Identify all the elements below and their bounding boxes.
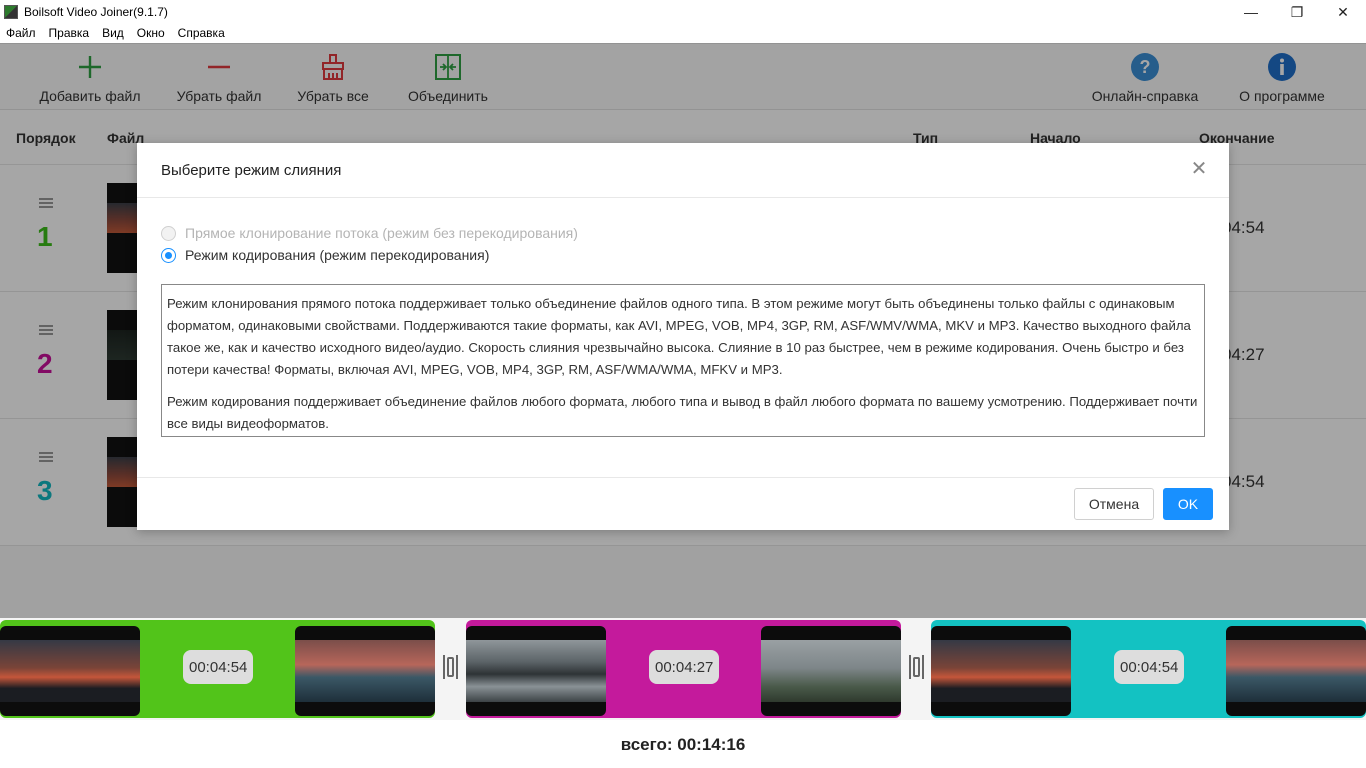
close-window-button[interactable]: ✕ bbox=[1320, 0, 1366, 24]
transition-icon[interactable] bbox=[438, 652, 462, 682]
menu-window[interactable]: Окно bbox=[137, 26, 165, 40]
timeline-clip[interactable]: 00:04:54 bbox=[0, 620, 435, 718]
dialog-header: Выберите режим слияния ✕ bbox=[137, 143, 1229, 198]
stream-clone-option[interactable]: Прямое клонирование потока (режим без пе… bbox=[161, 225, 578, 241]
window-controls: — ❐ ✕ bbox=[1228, 0, 1366, 24]
app-logo-icon bbox=[4, 5, 18, 19]
clip-duration: 00:04:27 bbox=[649, 650, 720, 684]
menu-bar: Файл Правка Вид Окно Справка bbox=[0, 24, 1366, 42]
clip-end-frame bbox=[761, 626, 901, 716]
restore-button[interactable]: ❐ bbox=[1274, 0, 1320, 24]
menu-file[interactable]: Файл bbox=[6, 26, 36, 40]
timeline: 00:04:54 00:04:27 00:04:54 bbox=[0, 618, 1366, 720]
timeline-clip[interactable]: 00:04:27 bbox=[466, 620, 901, 718]
clip-end-frame bbox=[295, 626, 435, 716]
menu-help[interactable]: Справка bbox=[178, 26, 225, 40]
description-paragraph: Режим кодирования поддерживает объединен… bbox=[167, 394, 1198, 431]
encode-mode-radio[interactable] bbox=[161, 247, 176, 263]
window-title: Boilsoft Video Joiner(9.1.7) bbox=[24, 5, 168, 19]
description-paragraph: Режим клонирования прямого потока поддер… bbox=[167, 296, 1191, 377]
cancel-button[interactable]: Отмена bbox=[1074, 488, 1154, 520]
encode-mode-option[interactable]: Режим кодирования (режим перекодирования… bbox=[161, 247, 489, 263]
title-bar: Boilsoft Video Joiner(9.1.7) — ❐ ✕ bbox=[0, 0, 1366, 24]
timeline-clip[interactable]: 00:04:54 bbox=[931, 620, 1366, 718]
ok-button[interactable]: OK bbox=[1163, 488, 1213, 520]
dialog-divider bbox=[137, 477, 1229, 478]
mode-description: Режим клонирования прямого потока поддер… bbox=[161, 284, 1205, 437]
clip-start-frame bbox=[0, 626, 140, 716]
transition-icon[interactable] bbox=[904, 652, 928, 682]
stream-clone-radio[interactable] bbox=[161, 225, 176, 241]
encode-mode-label: Режим кодирования (режим перекодирования… bbox=[185, 247, 490, 263]
clip-start-frame bbox=[466, 626, 606, 716]
close-icon[interactable]: ✕ bbox=[1189, 159, 1209, 179]
clip-end-frame bbox=[1226, 626, 1366, 716]
dialog-title: Выберите режим слияния bbox=[161, 162, 342, 179]
total-duration: всего: 00:14:16 bbox=[0, 722, 1366, 768]
clip-duration: 00:04:54 bbox=[1114, 650, 1185, 684]
stream-clone-label: Прямое клонирование потока (режим без пе… bbox=[185, 225, 578, 241]
merge-mode-dialog: Выберите режим слияния ✕ Прямое клониров… bbox=[137, 143, 1229, 530]
menu-edit[interactable]: Правка bbox=[49, 26, 90, 40]
clip-duration: 00:04:54 bbox=[183, 650, 254, 684]
minimize-button[interactable]: — bbox=[1228, 0, 1274, 24]
clip-start-frame bbox=[931, 626, 1071, 716]
menu-view[interactable]: Вид bbox=[102, 26, 124, 40]
